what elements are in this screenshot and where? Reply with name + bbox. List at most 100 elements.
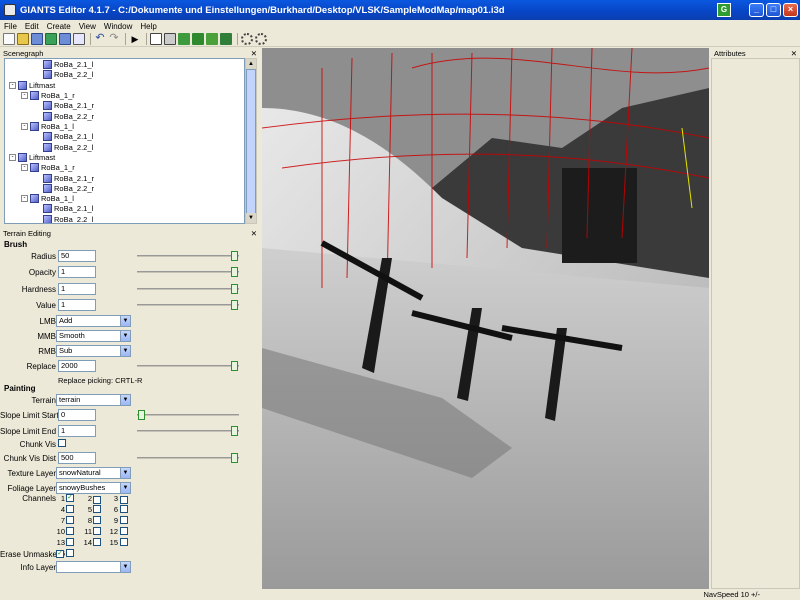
tree-node[interactable]: RoBa_2.1_l: [43, 131, 93, 141]
channel-8-checkbox[interactable]: [93, 516, 101, 524]
tree-node[interactable]: RoBa_2.1_r: [43, 173, 94, 183]
menu-edit[interactable]: Edit: [21, 22, 43, 31]
scroll-thumb[interactable]: [246, 69, 256, 215]
new-file-icon[interactable]: [3, 33, 15, 45]
menu-file[interactable]: File: [0, 22, 21, 31]
replace-slider[interactable]: [137, 360, 239, 372]
tree-node[interactable]: - RoBa_1_r: [21, 90, 75, 100]
menu-create[interactable]: Create: [43, 22, 75, 31]
radius-input[interactable]: 50: [58, 250, 96, 262]
channel-7-checkbox[interactable]: [66, 516, 74, 524]
save-all-icon[interactable]: [59, 33, 71, 45]
scroll-down-icon[interactable]: ▼: [246, 213, 256, 223]
erase-unmasked-checkbox[interactable]: ✓: [56, 550, 64, 558]
scroll-up-icon[interactable]: ▲: [246, 59, 256, 69]
tree-node[interactable]: RoBa_2.2_r: [43, 183, 94, 193]
collapse-icon[interactable]: -: [9, 81, 16, 89]
house-icon[interactable]: [150, 33, 162, 45]
opacity-slider[interactable]: [137, 266, 239, 278]
channel-14-checkbox[interactable]: [93, 538, 101, 546]
tree-node[interactable]: RoBa_2.2_l: [43, 214, 93, 223]
collapse-icon[interactable]: -: [9, 153, 16, 161]
foliage-icon[interactable]: [206, 33, 218, 45]
menu-window[interactable]: Window: [100, 22, 136, 31]
tree-node[interactable]: RoBa_2.1_r: [43, 100, 94, 110]
close-button[interactable]: ×: [783, 3, 798, 17]
tree-node[interactable]: RoBa_2.2_r: [43, 111, 94, 121]
particle-icon[interactable]: [241, 33, 253, 45]
replace-input[interactable]: 2000: [58, 360, 96, 372]
tree-node[interactable]: - Liftmast: [9, 152, 55, 162]
channel-1-checkbox[interactable]: ✓: [66, 494, 74, 502]
close-icon[interactable]: ✕: [791, 49, 797, 58]
tree-node[interactable]: - RoBa_1_l: [21, 121, 74, 131]
tree-node[interactable]: - Liftmast: [9, 80, 55, 90]
slope-start-slider[interactable]: [137, 409, 239, 421]
collapse-icon[interactable]: -: [21, 91, 28, 99]
channel-4-checkbox[interactable]: [66, 505, 74, 513]
channel-10-checkbox[interactable]: [66, 527, 74, 535]
hardness-input[interactable]: 1: [58, 283, 96, 295]
opacity-input[interactable]: 1: [58, 266, 96, 278]
menu-view[interactable]: View: [75, 22, 100, 31]
lmb-select[interactable]: Add ▼: [56, 315, 131, 327]
chunk-vis-checkbox[interactable]: [58, 439, 66, 447]
replace-hint: Replace picking: CRTL-R: [58, 376, 143, 385]
refresh-icon[interactable]: [45, 33, 57, 45]
undo-icon[interactable]: ↶: [94, 33, 106, 45]
tree-node[interactable]: - RoBa_1_l: [21, 193, 74, 203]
terrain-raise-icon[interactable]: [178, 33, 190, 45]
tree-node[interactable]: RoBa_2.1_l: [43, 203, 93, 213]
close-icon[interactable]: ✕: [251, 229, 257, 238]
chunk-vis-dist-slider[interactable]: [137, 452, 239, 464]
collapse-icon[interactable]: -: [21, 163, 28, 171]
grass-icon[interactable]: [220, 33, 232, 45]
collapse-icon[interactable]: -: [21, 194, 28, 202]
terrain-select[interactable]: terrain ▼: [56, 394, 131, 406]
maximize-button[interactable]: □: [766, 3, 781, 17]
export-icon[interactable]: [73, 33, 85, 45]
foliage-layer-select[interactable]: snowyBushes ▼: [56, 482, 131, 494]
hardness-slider[interactable]: [137, 283, 239, 295]
value-slider[interactable]: [137, 299, 239, 311]
scenegraph-scrollbar[interactable]: ▲ ▼: [245, 58, 257, 224]
gate-icon[interactable]: [164, 33, 176, 45]
value-input[interactable]: 1: [58, 299, 96, 311]
tree-node[interactable]: - RoBa_1_r: [21, 162, 75, 172]
scenegraph-tree[interactable]: RoBa_2.1_l RoBa_2.2_l - Liftmast - RoBa_1_…: [4, 58, 245, 224]
channel-16-checkbox[interactable]: [66, 549, 74, 557]
channel-5-checkbox[interactable]: [93, 505, 101, 513]
channel-9-checkbox[interactable]: [120, 516, 128, 524]
texture-layer-select[interactable]: snowNatural ▼: [56, 467, 131, 479]
terrain-lower-icon[interactable]: [192, 33, 204, 45]
tree-node[interactable]: RoBa_2.2_l: [43, 69, 93, 79]
rmb-select[interactable]: Sub ▼: [56, 345, 131, 357]
slope-end-input[interactable]: 1: [58, 425, 96, 437]
menu-help[interactable]: Help: [136, 22, 160, 31]
info-layer-select[interactable]: ▼: [56, 561, 131, 573]
channel-14-label: 14: [83, 538, 92, 547]
channel-15-checkbox[interactable]: [120, 538, 128, 546]
play-icon[interactable]: ▶: [129, 33, 141, 45]
channel-3-checkbox[interactable]: [120, 496, 128, 504]
slope-start-input[interactable]: 0: [58, 409, 96, 421]
emitter-icon[interactable]: [255, 33, 267, 45]
open-folder-icon[interactable]: [17, 33, 29, 45]
channel-2-checkbox[interactable]: [93, 496, 101, 504]
channel-13-checkbox[interactable]: [66, 538, 74, 546]
minimize-button[interactable]: _: [749, 3, 764, 17]
tree-node[interactable]: RoBa_2.1_l: [43, 59, 93, 69]
save-icon[interactable]: [31, 33, 43, 45]
channel-6-checkbox[interactable]: [120, 505, 128, 513]
collapse-icon[interactable]: -: [21, 122, 28, 130]
tree-node[interactable]: RoBa_2.2_l: [43, 142, 93, 152]
close-icon[interactable]: ✕: [251, 49, 257, 58]
channel-12-checkbox[interactable]: [120, 527, 128, 535]
radius-slider[interactable]: [137, 250, 239, 262]
3d-viewport[interactable]: [262, 48, 709, 589]
channel-11-checkbox[interactable]: [93, 527, 101, 535]
mmb-select[interactable]: Smooth ▼: [56, 330, 131, 342]
chunk-vis-dist-input[interactable]: 500: [58, 452, 96, 464]
redo-icon[interactable]: ↷: [108, 33, 120, 45]
slope-end-slider[interactable]: [137, 425, 239, 437]
